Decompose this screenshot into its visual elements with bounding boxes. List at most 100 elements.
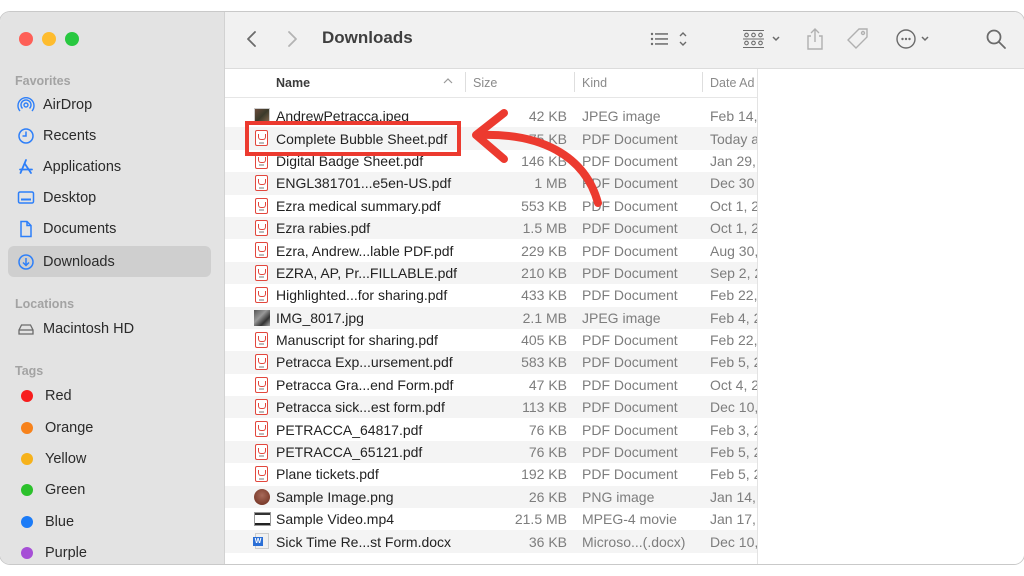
- file-row[interactable]: Ezra rabies.pdf 1.5 MB PDF Document Oct 1, …: [225, 216, 757, 240]
- group-button[interactable]: [742, 26, 784, 52]
- desktop-icon: [17, 189, 35, 207]
- column-kind[interactable]: Kind: [582, 76, 607, 90]
- sidebar-item-documents[interactable]: Documents: [8, 213, 211, 244]
- file-row[interactable]: Plane tickets.pdf 192 KB PDF Document Feb 5…: [225, 463, 757, 485]
- file-kind: PDF Document: [582, 197, 678, 214]
- file-size: 210 KB: [521, 264, 567, 281]
- file-kind: MPEG-4 movie: [582, 511, 677, 528]
- file-row[interactable]: Ezra medical summary.pdf 553 KB PDF Docume…: [225, 195, 757, 217]
- file-row[interactable]: Manuscript for sharing.pdf 405 KB PDF Docu…: [225, 329, 757, 351]
- column-divider[interactable]: [574, 72, 575, 92]
- file-name: Petracca Exp...ursement.pdf: [276, 354, 453, 371]
- sort-ascending-icon[interactable]: [443, 75, 453, 89]
- sidebar-item-applications[interactable]: Applications: [8, 151, 211, 182]
- close-button[interactable]: [19, 32, 33, 46]
- more-icon: [896, 29, 929, 49]
- sidebar-tag-green[interactable]: Green: [8, 474, 211, 505]
- share-button[interactable]: [805, 26, 825, 52]
- clock-icon: [17, 127, 35, 145]
- forward-button[interactable]: [285, 26, 299, 52]
- more-actions-button[interactable]: [895, 26, 937, 52]
- sidebar-item-airdrop[interactable]: AirDrop: [8, 89, 211, 120]
- sidebar-tag-purple[interactable]: Purple: [8, 537, 211, 564]
- sidebar-item-downloads[interactable]: Downloads: [8, 246, 211, 277]
- file-name: EZRA, AP, Pr...FILLABLE.pdf: [276, 264, 458, 281]
- file-date-added: Feb 22,: [710, 332, 757, 349]
- sidebar-item-label: Applications: [43, 158, 122, 175]
- file-row[interactable]: PETRACCA_65121.pdf 76 KB PDF Document Feb 5…: [225, 440, 757, 464]
- file-name: Petracca Gra...end Form.pdf: [276, 376, 454, 393]
- file-size: 553 KB: [521, 197, 567, 214]
- file-row[interactable]: Petracca Exp...ursement.pdf 583 KB PDF Doc…: [225, 351, 757, 374]
- file-kind: PDF Document: [582, 220, 678, 237]
- tag-color-dot: [21, 546, 33, 559]
- file-row[interactable]: ENGL381701...e5en-US.pdf 1 MB PDF Document…: [225, 172, 757, 195]
- file-row[interactable]: Sample Image.png 26 KB PNG image Jan 14,: [225, 485, 757, 509]
- zoom-button[interactable]: [65, 32, 79, 46]
- file-date-added: Jan 17,: [710, 511, 756, 528]
- column-divider[interactable]: [465, 72, 466, 92]
- file-size: 42 KB: [528, 108, 567, 125]
- column-name[interactable]: Name: [276, 76, 310, 90]
- pdf-file-icon: [254, 466, 270, 483]
- file-kind: PDF Document: [582, 175, 678, 192]
- minimize-button[interactable]: [42, 32, 56, 46]
- file-date-added: Feb 5, 2: [710, 466, 757, 483]
- sidebar-tag-blue[interactable]: Blue: [8, 506, 211, 537]
- section-tags: Tags: [15, 364, 44, 378]
- sidebar-tag-yellow[interactable]: Yellow: [8, 443, 211, 474]
- column-divider[interactable]: [702, 72, 703, 92]
- file-kind: PDF Document: [582, 466, 678, 483]
- tag-color-dot: [21, 389, 33, 402]
- view-mode-button[interactable]: [649, 26, 691, 52]
- pdf-file-icon: [254, 197, 270, 214]
- file-row[interactable]: IMG_8017.jpg 2.1 MB JPEG image Feb 4, 2: [225, 306, 757, 329]
- file-row[interactable]: Digital Badge Sheet.pdf 146 KB PDF Documen…: [225, 150, 757, 172]
- column-date-added[interactable]: Date Ad: [710, 76, 754, 90]
- file-name: Ezra rabies.pdf: [276, 220, 371, 237]
- sidebar-item-label: Blue: [45, 513, 75, 530]
- back-button[interactable]: [245, 26, 259, 52]
- column-size[interactable]: Size: [473, 76, 497, 90]
- file-row[interactable]: Ezra, Andrew...lable PDF.pdf 229 KB PDF Do…: [225, 239, 757, 261]
- sidebar-item-label: Macintosh HD: [43, 320, 135, 337]
- file-date-added: Today a: [710, 130, 757, 147]
- sidebar-item-label: Desktop: [43, 189, 97, 206]
- search-button[interactable]: [985, 26, 1007, 52]
- file-name: Manuscript for sharing.pdf: [276, 332, 438, 349]
- file-row[interactable]: Sample Video.mp4 21.5 MB MPEG-4 movie Jan 1…: [225, 508, 757, 530]
- file-row[interactable]: EZRA, AP, Pr...FILLABLE.pdf 210 KB PDF Doc…: [225, 261, 757, 285]
- tag-color-dot: [21, 421, 33, 434]
- file-size: 583 KB: [521, 354, 567, 371]
- window-title: Downloads: [322, 28, 413, 47]
- file-date-added: Feb 22,: [710, 287, 757, 304]
- sidebar-item-label: Orange: [45, 419, 94, 436]
- file-size: 76 KB: [528, 444, 567, 461]
- file-row[interactable]: Petracca Gra...end Form.pdf 47 KB PDF Docu…: [225, 374, 757, 396]
- file-date-added: Dec 30: [710, 175, 755, 192]
- file-row[interactable]: Sick Time Re...st Form.docx 36 KB Microso.…: [225, 530, 757, 553]
- sidebar-item-desktop[interactable]: Desktop: [8, 182, 211, 213]
- sidebar-tag-orange[interactable]: Orange: [8, 412, 211, 443]
- file-size: 229 KB: [521, 242, 567, 259]
- sidebar: Favorites AirDrop Recents Applications D…: [0, 12, 225, 564]
- sidebar-item-macintosh-hd[interactable]: Macintosh HD: [8, 313, 211, 344]
- section-locations: Locations: [15, 297, 75, 311]
- file-kind: PNG image: [582, 488, 655, 505]
- tag-button[interactable]: [846, 26, 870, 52]
- file-row[interactable]: AndrewPetracca.jpeg 42 KB JPEG image Feb 14…: [225, 105, 757, 127]
- file-row[interactable]: Petracca sick...est form.pdf 113 KB PDF Do…: [225, 396, 757, 419]
- sidebar-tag-red[interactable]: Red: [8, 380, 211, 411]
- sidebar-item-recents[interactable]: Recents: [8, 120, 211, 151]
- file-size: 1.5 MB: [522, 220, 567, 237]
- pdf-file-icon: [254, 152, 270, 169]
- file-date-added: Feb 3, 2: [710, 421, 757, 438]
- file-row[interactable]: Highlighted...for sharing.pdf 433 KB PDF D…: [225, 284, 757, 306]
- file-kind: PDF Document: [582, 421, 678, 438]
- file-size: 146 KB: [521, 152, 567, 169]
- sidebar-item-label: Purple: [45, 544, 87, 561]
- file-row[interactable]: PETRACCA_64817.pdf 76 KB PDF Document Feb 3…: [225, 418, 757, 440]
- file-kind: JPEG image: [582, 309, 661, 326]
- file-row[interactable]: Complete Bubble Sheet.pdf 75 KB PDF Docume…: [225, 127, 757, 150]
- forward-icon: [288, 31, 297, 47]
